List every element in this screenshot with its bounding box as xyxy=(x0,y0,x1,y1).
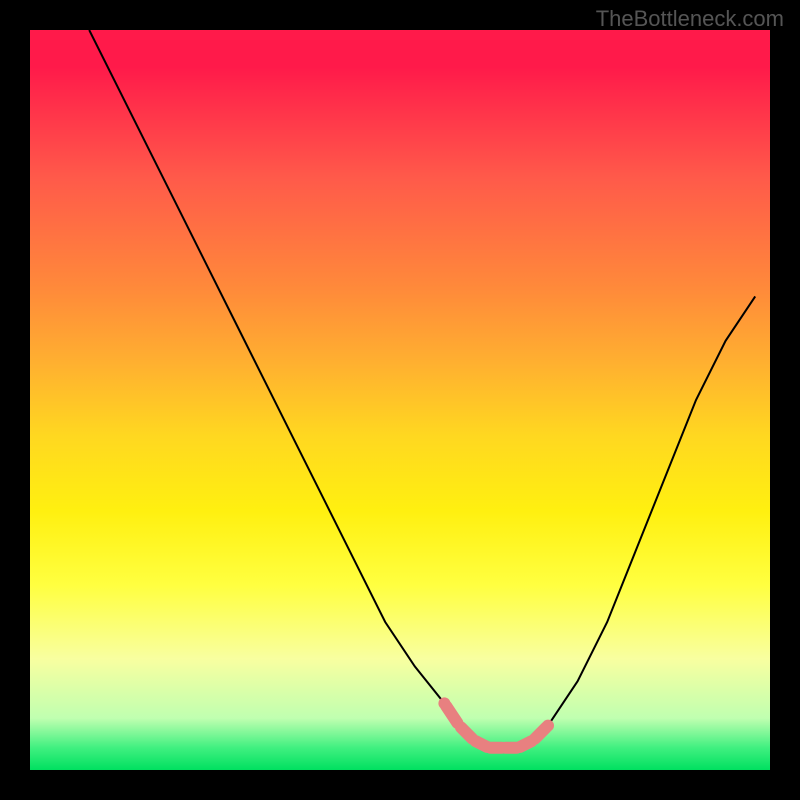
highlight-marker-seg xyxy=(446,706,457,723)
highlight-marker-seg xyxy=(461,727,472,738)
curve-line xyxy=(89,30,755,748)
highlight-marker-dot xyxy=(542,720,554,732)
chart-area xyxy=(30,30,770,770)
highlight-marker-dot xyxy=(438,697,450,709)
watermark-text: TheBottleneck.com xyxy=(596,6,784,32)
highlight-markers xyxy=(438,697,554,747)
highlight-marker-seg xyxy=(520,741,531,747)
chart-svg xyxy=(30,30,770,770)
